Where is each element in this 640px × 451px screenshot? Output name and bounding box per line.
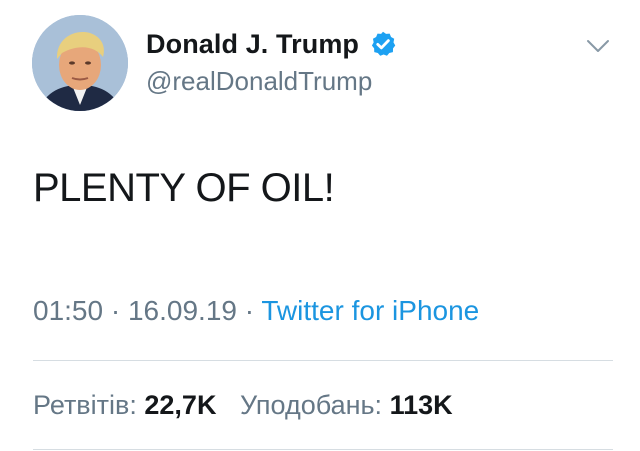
display-name[interactable]: Donald J. Trump: [146, 29, 359, 60]
tweet-text: PLENTY OF OIL!: [33, 166, 335, 210]
chevron-down-icon[interactable]: [586, 36, 610, 56]
tweet-date[interactable]: 16.09.19: [128, 295, 237, 326]
avatar-image: [32, 15, 128, 111]
retweets-label: Ретвітів:: [33, 390, 137, 420]
meta-separator: ·: [103, 295, 128, 326]
user-handle[interactable]: @realDonaldTrump: [146, 66, 372, 97]
avatar[interactable]: [32, 15, 128, 111]
divider: [33, 449, 613, 450]
likes-count: 113K: [389, 390, 453, 420]
tweet-source-link[interactable]: Twitter for iPhone: [261, 295, 479, 326]
tweet-time[interactable]: 01:50: [33, 295, 103, 326]
retweets-stat[interactable]: Ретвітів: 22,7K: [33, 390, 216, 421]
verified-badge-icon: [369, 30, 397, 58]
meta-separator: ·: [236, 295, 262, 326]
likes-label: Уподобань:: [239, 390, 383, 420]
tweet-stats: Ретвітів: 22,7K Уподобань: 113K: [33, 390, 453, 421]
divider: [33, 360, 613, 361]
display-name-row: Donald J. Trump: [146, 26, 397, 62]
retweets-count: 22,7K: [144, 390, 217, 420]
tweet-meta: 01:50 · 16.09.19 · Twitter for iPhone: [33, 295, 479, 327]
tweet-card: Donald J. Trump @realDonaldTrump PLENTY …: [0, 0, 640, 451]
likes-stat[interactable]: Уподобань: 113K: [240, 390, 453, 421]
